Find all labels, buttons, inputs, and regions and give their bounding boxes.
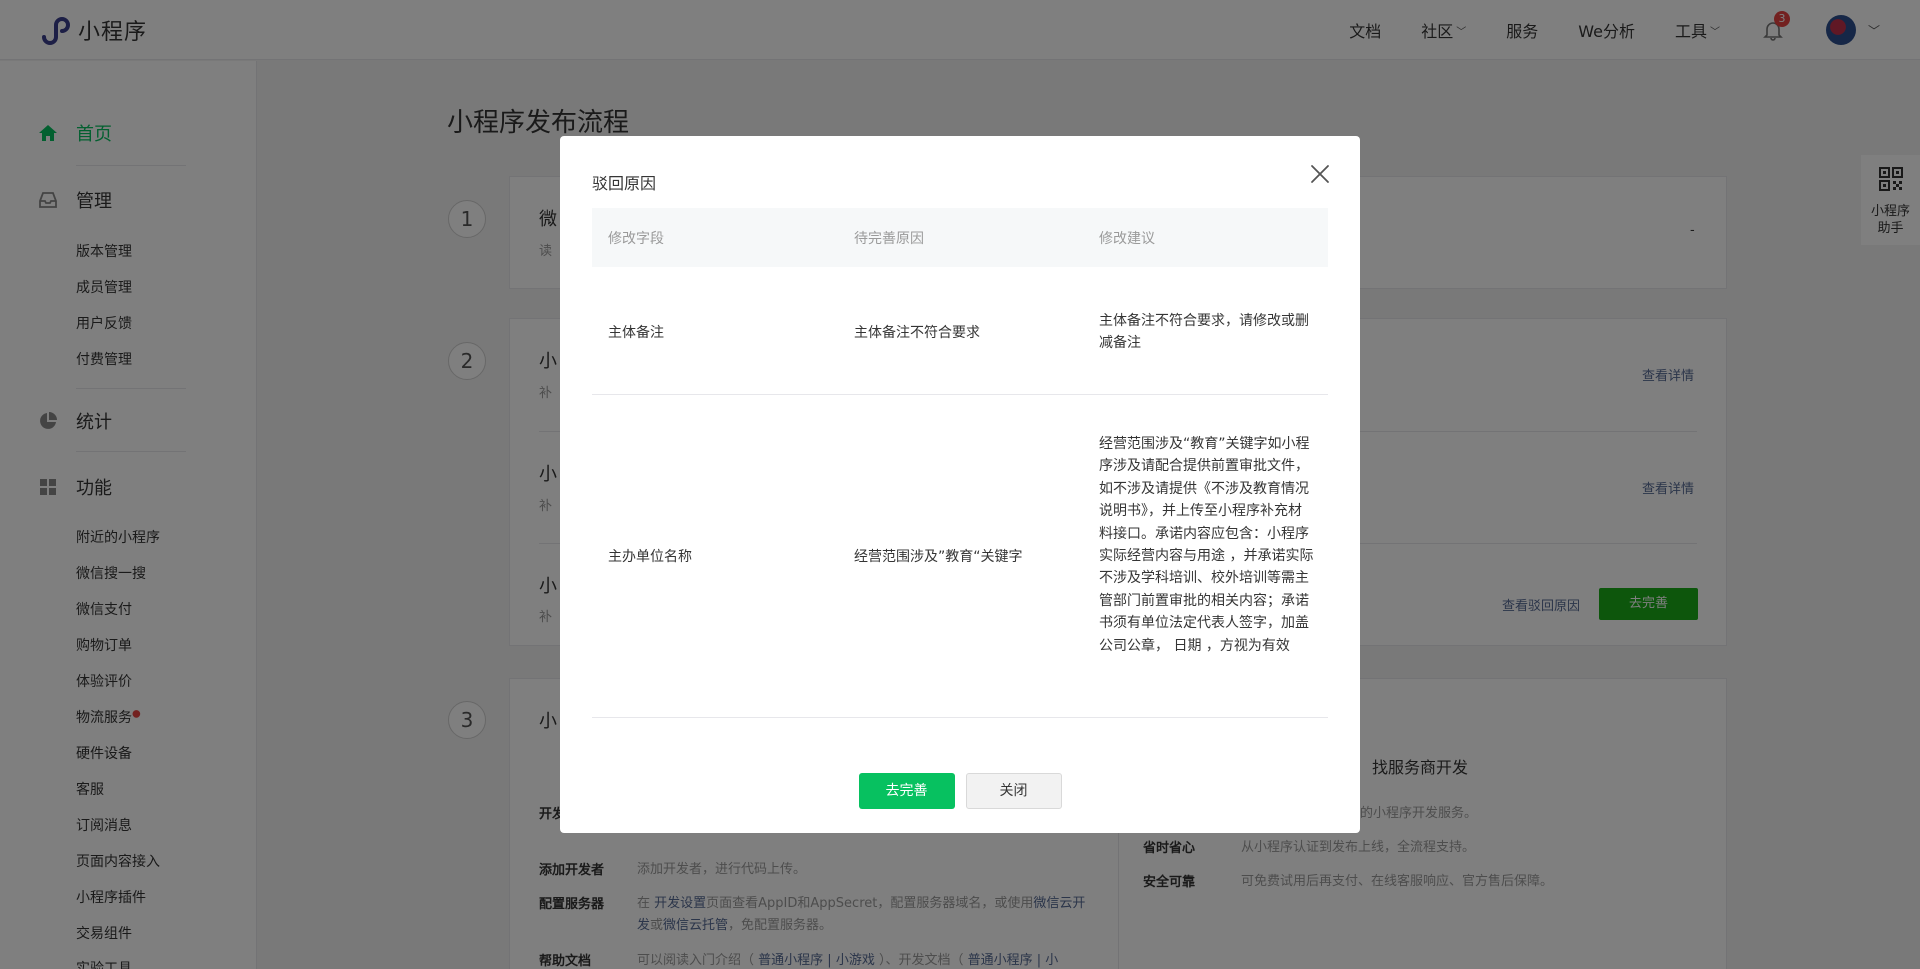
table-header: 修改字段 待完善原因 修改建议 [592, 208, 1328, 267]
table-row: 主体备注 主体备注不符合要求 主体备注不符合要求，请修改或删减备注 [592, 267, 1328, 395]
field-cell: 主体备注 [608, 325, 664, 341]
column-header: 修改建议 [1099, 231, 1155, 247]
close-icon[interactable] [1306, 160, 1334, 188]
reason-cell: 主体备注不符合要求 [854, 325, 980, 341]
column-header: 修改字段 [608, 231, 664, 247]
rejection-table: 修改字段 待完善原因 修改建议 主体备注 主体备注不符合要求 主体备注不符合要求… [592, 208, 1328, 718]
table-row: 主办单位名称 经营范围涉及”教育“关键字 经营范围涉及“教育”关键字如小程序涉及… [592, 395, 1328, 718]
close-button[interactable]: 关闭 [965, 773, 1062, 809]
rejection-reason-dialog: 驳回原因 修改字段 待完善原因 修改建议 主体备注 主体备注不符合要求 主体备注… [560, 136, 1360, 833]
complete-button[interactable]: 去完善 [858, 773, 955, 809]
reason-cell: 经营范围涉及”教育“关键字 [854, 549, 1023, 565]
column-header: 待完善原因 [854, 231, 924, 247]
suggestion-cell: 主体备注不符合要求，请修改或删减备注 [1099, 313, 1309, 352]
dialog-actions: 去完善 关闭 [560, 773, 1360, 809]
dialog-title: 驳回原因 [592, 174, 657, 193]
suggestion-cell: 经营范围涉及“教育”关键字如小程序涉及请配合提供前置审批文件，如不涉及请提供《不… [1099, 436, 1314, 654]
field-cell: 主办单位名称 [608, 549, 692, 565]
